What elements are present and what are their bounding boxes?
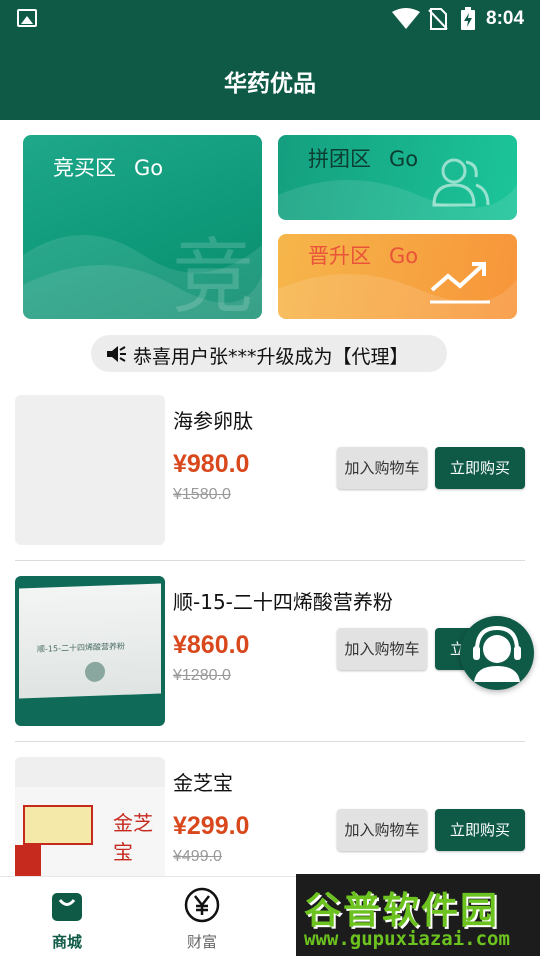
promotion-zone-card[interactable]: 晋升区 Go (278, 234, 517, 319)
tab-mall-label: 商城 (51, 933, 82, 951)
product-price: ¥860.0 (173, 631, 250, 659)
yen-circle-icon (184, 887, 220, 923)
product-item[interactable]: 顺-15-二十四烯酸营养粉 顺-15-二十四烯酸营养粉 ¥860.0 ¥1280… (15, 576, 525, 742)
product-image[interactable] (15, 395, 165, 545)
product-package: 顺-15-二十四烯酸营养粉 (19, 583, 161, 699)
group-buy-zone-card[interactable]: 拼团区 Go (278, 135, 517, 220)
tab-mall[interactable]: 商城 (17, 887, 117, 952)
trend-up-icon (428, 256, 492, 310)
customer-service-button[interactable] (460, 616, 534, 690)
product-image[interactable]: 顺-15-二十四烯酸营养粉 (15, 576, 165, 726)
product-name: 顺-15-二十四烯酸营养粉 (173, 590, 393, 614)
image-notification-icon (17, 9, 37, 27)
tab-wealth-label: 财富 (186, 933, 217, 951)
site-watermark: 谷普软件园 www.gupuxiazai.com (296, 874, 540, 956)
product-price: ¥299.0 (173, 812, 250, 840)
product-original-price: ¥499.0 (173, 848, 222, 865)
announcement-text: 恭喜用户张***升级成为【代理】 (133, 346, 409, 368)
speaker-icon (105, 344, 127, 368)
product-name: 海参卵肽 (173, 409, 253, 433)
buy-now-button[interactable]: 立即购买 (435, 809, 525, 851)
auction-zone-label: 竞买区 Go (53, 156, 164, 180)
auction-watermark-char: 竞 (171, 230, 254, 319)
no-sim-icon (428, 8, 448, 34)
tab-wealth[interactable]: 财富 (152, 887, 252, 952)
add-to-cart-button[interactable]: 加入购物车 (337, 809, 427, 851)
group-users-icon (430, 155, 490, 213)
headset-icon (473, 625, 521, 682)
watermark-brand: 谷普软件园 (304, 889, 499, 932)
app-bar: 华药优品 (0, 38, 540, 120)
wifi-icon (392, 8, 420, 34)
auction-zone-card[interactable]: 竞 竞买区 Go (23, 135, 262, 319)
promotion-zone-label: 晋升区 Go (308, 244, 419, 268)
add-to-cart-button[interactable]: 加入购物车 (337, 628, 427, 670)
announcement-bar: 恭喜用户张***升级成为【代理】 (91, 335, 447, 372)
battery-charging-icon (460, 7, 476, 35)
product-price: ¥980.0 (173, 450, 250, 478)
product-original-price: ¥1580.0 (173, 486, 231, 503)
watermark-url: www.gupuxiazai.com (304, 928, 510, 950)
product-image[interactable]: 金芝宝 (15, 757, 165, 876)
product-name: 金芝宝 (173, 771, 233, 795)
shopping-bag-icon (52, 893, 82, 921)
buy-now-button[interactable]: 立即购买 (435, 447, 525, 489)
clock: 8:04 (486, 8, 525, 29)
page-title: 华药优品 (224, 71, 316, 97)
status-bar: 8:04 (0, 0, 540, 38)
add-to-cart-button[interactable]: 加入购物车 (337, 447, 427, 489)
product-item[interactable]: 海参卵肽 ¥980.0 ¥1580.0 加入购物车 立即购买 (15, 395, 525, 561)
group-buy-zone-label: 拼团区 Go (308, 147, 419, 171)
divider (15, 560, 525, 561)
product-original-price: ¥1280.0 (173, 667, 231, 684)
divider (15, 741, 525, 742)
